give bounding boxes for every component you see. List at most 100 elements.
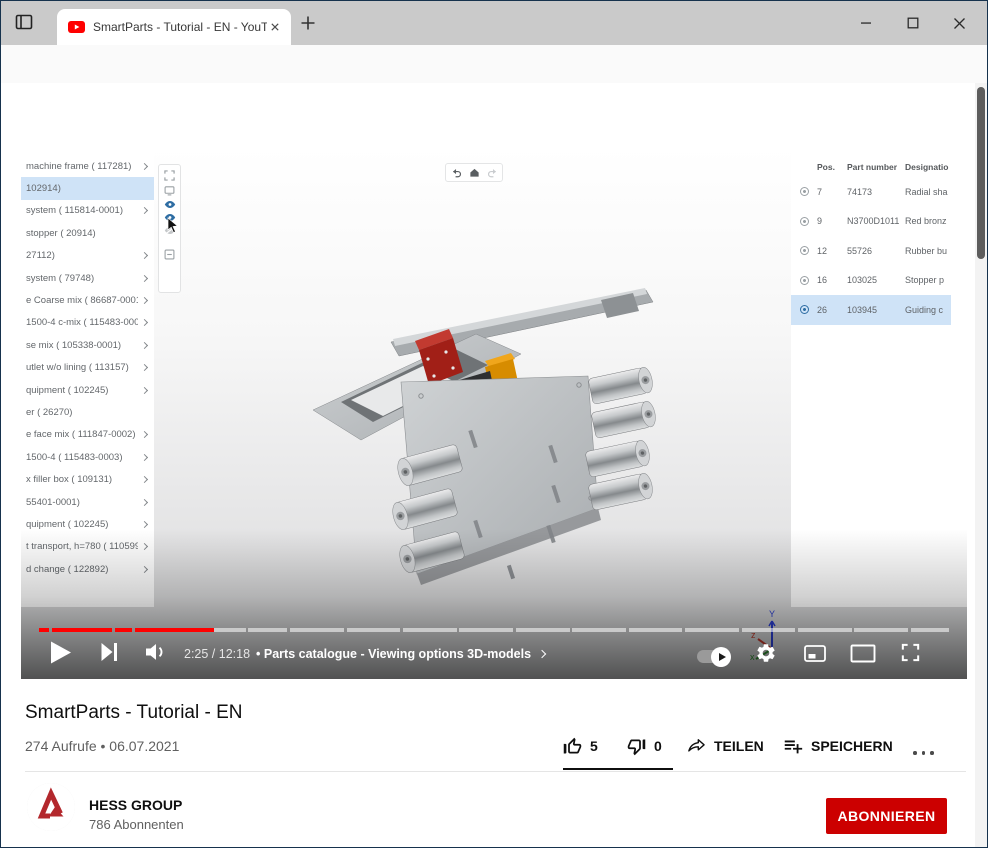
tree-item-label: machine frame ( 117281) — [26, 161, 138, 172]
chapter-chevron-icon[interactable] — [538, 650, 546, 658]
maximize-button[interactable] — [897, 9, 929, 37]
tree-item[interactable]: e face mix ( 111847-0002) — [21, 424, 154, 446]
progress-segment[interactable] — [798, 628, 852, 632]
save-button[interactable]: SPEICHERN — [782, 734, 893, 758]
table-row[interactable]: 774173Radial sha — [791, 177, 951, 207]
progress-segment[interactable] — [911, 628, 949, 632]
tree-item[interactable]: 27112) — [21, 245, 154, 267]
fullscreen-button[interactable] — [898, 640, 923, 665]
tree-item[interactable]: er ( 26270) — [21, 401, 154, 423]
tab-close-icon[interactable] — [267, 19, 283, 35]
progress-segment[interactable] — [742, 628, 796, 632]
settings-button[interactable] — [754, 641, 778, 665]
progress-segment[interactable] — [248, 628, 287, 632]
cell-part-number: 103025 — [847, 275, 905, 285]
browser-window: SmartParts - Tutorial - EN - YouT — [0, 0, 988, 848]
table-row[interactable]: 16103025Stopper p — [791, 266, 951, 296]
progress-segment[interactable] — [403, 628, 457, 632]
theater-icon — [850, 644, 876, 663]
video-player[interactable]: machine frame ( 117281) 102914) system ( 1… — [21, 147, 967, 679]
share-button[interactable]: TEILEN — [685, 734, 764, 758]
cell-designation: Rubber bu — [905, 246, 951, 256]
progress-segment[interactable] — [685, 628, 739, 632]
tree-item[interactable]: 1500-4 c-mix ( 115483-0002) — [21, 312, 154, 334]
tab-actions-button[interactable] — [13, 11, 35, 36]
progress-segment[interactable] — [516, 628, 570, 632]
chevron-right-icon — [141, 297, 148, 304]
tree-item[interactable]: 102914) — [21, 177, 154, 199]
part-gear-icon[interactable] — [800, 246, 809, 255]
like-button[interactable]: 5 — [562, 734, 598, 758]
save-label: SPEICHERN — [811, 738, 893, 754]
progress-segment[interactable] — [572, 628, 626, 632]
miniplayer-button[interactable] — [801, 641, 828, 665]
tree-item[interactable]: system ( 79748) — [21, 267, 154, 289]
chevron-right-icon — [141, 387, 148, 394]
tree-item-label: 27112) — [26, 250, 138, 261]
next-button[interactable] — [98, 641, 120, 663]
cell-part-number: 103945 — [847, 305, 905, 315]
tree-item[interactable]: stopper ( 20914) — [21, 222, 154, 244]
progress-played-segment[interactable] — [39, 628, 49, 632]
progress-segment[interactable] — [290, 628, 344, 632]
chevron-right-icon — [141, 454, 148, 461]
tab-title: SmartParts - Tutorial - EN - YouT — [93, 20, 267, 34]
tree-item[interactable]: machine frame ( 117281) — [21, 155, 154, 177]
progress-segment[interactable] — [459, 628, 513, 632]
cell-designation: Red bronz — [905, 216, 951, 226]
channel-avatar[interactable] — [27, 783, 75, 831]
collapse-icon — [164, 249, 175, 260]
tree-item[interactable]: system ( 115814-0001) — [21, 200, 154, 222]
cell-designation: Radial sha — [905, 187, 951, 197]
undo-icon — [451, 167, 462, 178]
channel-subscribers: 786 Abonnenten — [89, 817, 184, 832]
more-actions-button[interactable] — [913, 741, 934, 765]
chapter-label[interactable]: • Parts catalogue - Viewing options 3D-m… — [256, 647, 531, 661]
table-row[interactable]: 26103945Guiding c — [791, 295, 951, 325]
autoplay-toggle[interactable] — [697, 650, 729, 663]
active-tab[interactable]: SmartParts - Tutorial - EN - YouT — [57, 9, 291, 45]
part-gear-icon[interactable] — [800, 276, 809, 285]
new-tab-button[interactable] — [298, 13, 318, 36]
progress-bar[interactable] — [39, 628, 949, 632]
tree-item[interactable]: se mix ( 105338-0001) — [21, 334, 154, 356]
tree-item[interactable]: quipment ( 102245) — [21, 379, 154, 401]
page-scrollbar[interactable] — [975, 83, 988, 848]
volume-button[interactable] — [143, 639, 169, 665]
progress-segment[interactable] — [854, 628, 908, 632]
channel-name[interactable]: HESS GROUP — [89, 797, 182, 813]
cell-part-number: 55726 — [847, 246, 905, 256]
tree-item[interactable]: 1500-4 ( 115483-0003) — [21, 446, 154, 468]
chevron-right-icon — [141, 431, 148, 438]
like-ratio-bar — [563, 768, 673, 770]
part-gear-icon[interactable] — [800, 305, 809, 314]
tree-item[interactable]: utlet w/o lining ( 113157) — [21, 357, 154, 379]
scrollbar-thumb[interactable] — [977, 87, 985, 259]
tree-item[interactable]: x filler box ( 109131) — [21, 468, 154, 490]
progress-played-segment[interactable] — [115, 628, 132, 632]
progress-played-segment[interactable] — [52, 628, 112, 632]
dislike-button[interactable]: 0 — [626, 734, 662, 758]
theater-mode-button[interactable] — [849, 643, 876, 664]
tree-item-label: 102914) — [26, 183, 147, 194]
subscribe-button[interactable]: ABONNIEREN — [826, 798, 947, 834]
tree-item-label: utlet w/o lining ( 113157) — [26, 362, 138, 373]
table-row[interactable]: 1255726Rubber bu — [791, 236, 951, 266]
tree-item[interactable]: 55401-0001) — [21, 491, 154, 513]
progress-segment[interactable] — [629, 628, 683, 632]
progress-played-segment[interactable] — [135, 628, 214, 632]
progress-segment[interactable] — [214, 628, 246, 632]
play-button[interactable] — [49, 638, 73, 666]
show-all-eye-icon — [164, 200, 176, 209]
table-row[interactable]: 9N3700D1011Red bronz — [791, 207, 951, 237]
close-button[interactable] — [943, 9, 975, 37]
part-gear-icon[interactable] — [800, 217, 809, 226]
minimize-button[interactable] — [850, 9, 882, 37]
thumb-down-icon — [626, 736, 647, 757]
home-icon — [469, 167, 480, 178]
tree-item[interactable]: e Coarse mix ( 86687-0001) — [21, 289, 154, 311]
time-chapter-display: 2:25 / 12:18 • Parts catalogue - Viewing… — [184, 647, 545, 661]
progress-segment[interactable] — [347, 628, 401, 632]
part-gear-icon[interactable] — [800, 187, 809, 196]
cell-designation: Stopper p — [905, 275, 951, 285]
